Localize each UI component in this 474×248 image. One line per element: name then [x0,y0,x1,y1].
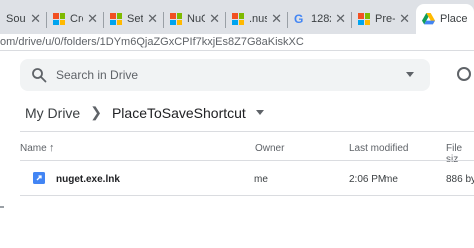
microsoft-icon [170,13,182,25]
microsoft-icon [232,13,244,25]
tab-128x[interactable]: G 128x ✕ [288,4,352,34]
drive-icon [422,13,435,25]
tab-strip: Sourc ✕ Creat ✕ Settin ✕ NuGe ✕ .nusp ✕ … [0,0,474,34]
tab-label: Settin [127,13,144,25]
column-header-name[interactable]: Name [20,143,47,154]
search-box[interactable]: Search in Drive [20,59,430,91]
file-modified-by: me [384,174,398,185]
breadcrumb: My Drive ❯ PlaceToSaveShortcut [25,104,264,121]
microsoft-icon [53,13,65,25]
close-icon[interactable]: ✕ [83,11,98,27]
microsoft-icon [110,13,122,25]
column-header-last-modified[interactable]: Last modified [349,143,408,154]
breadcrumb-current-folder[interactable]: PlaceToSaveShortcut [112,105,246,121]
divider [20,160,474,161]
microsoft-icon [358,13,370,25]
status-check-icon[interactable] [457,67,471,81]
close-icon[interactable]: ✕ [26,11,41,27]
chevron-right-icon: ❯ [90,104,102,120]
tab-settings[interactable]: Settin ✕ [104,4,164,34]
divider [20,131,474,132]
tab-create[interactable]: Creat ✕ [47,4,104,34]
column-header-owner: Owner [255,143,285,154]
folder-menu-caret-icon[interactable] [255,110,264,115]
tab-label: NuGe [187,13,205,25]
sort-arrow-up-icon[interactable]: ↑ [49,142,55,154]
tab-label: Creat [70,13,83,25]
tab-nuspec[interactable]: .nusp ✕ [226,4,288,34]
address-bar[interactable]: om/drive/u/0/folders/1DYm6QjaZGxCPIf7kxj… [0,34,474,50]
tab-source[interactable]: Sourc ✕ [0,4,47,34]
file-size: 886 by [446,174,474,185]
file-modified-time: 2:06 PM [349,174,387,185]
tab-label: 128x [311,13,331,25]
close-icon[interactable]: ✕ [267,11,282,27]
url-text: om/drive/u/0/folders/1DYm6QjaZGxCPIf7kxj… [0,36,304,48]
google-icon: G [294,12,304,26]
tab-label: .nusp [249,13,268,25]
file-owner: me [254,174,268,185]
scroll-marker [0,206,4,208]
divider [20,195,474,196]
tab-label: Place [440,13,468,25]
search-icon [32,68,47,83]
tab-nuget[interactable]: NuGe ✕ [164,4,226,34]
table-row[interactable]: nuget.exe.lnk me 2:06 PM me 886 by [20,162,474,195]
close-icon[interactable]: ✕ [143,11,158,27]
divider [0,50,474,51]
tab-place-active[interactable]: Place [416,4,474,34]
close-icon[interactable]: ✕ [395,11,410,27]
tab-prerelease[interactable]: Pre-r ✕ [352,4,416,34]
tab-label: Pre-r [375,13,395,25]
shortcut-file-icon [33,172,45,184]
search-options-caret-icon[interactable] [406,72,414,77]
close-icon[interactable]: ✕ [331,11,346,27]
breadcrumb-my-drive[interactable]: My Drive [25,105,80,121]
tab-label: Sourc [6,13,26,25]
close-icon[interactable]: ✕ [205,11,220,27]
search-input[interactable]: Search in Drive [56,68,138,82]
file-name: nuget.exe.lnk [56,174,120,185]
